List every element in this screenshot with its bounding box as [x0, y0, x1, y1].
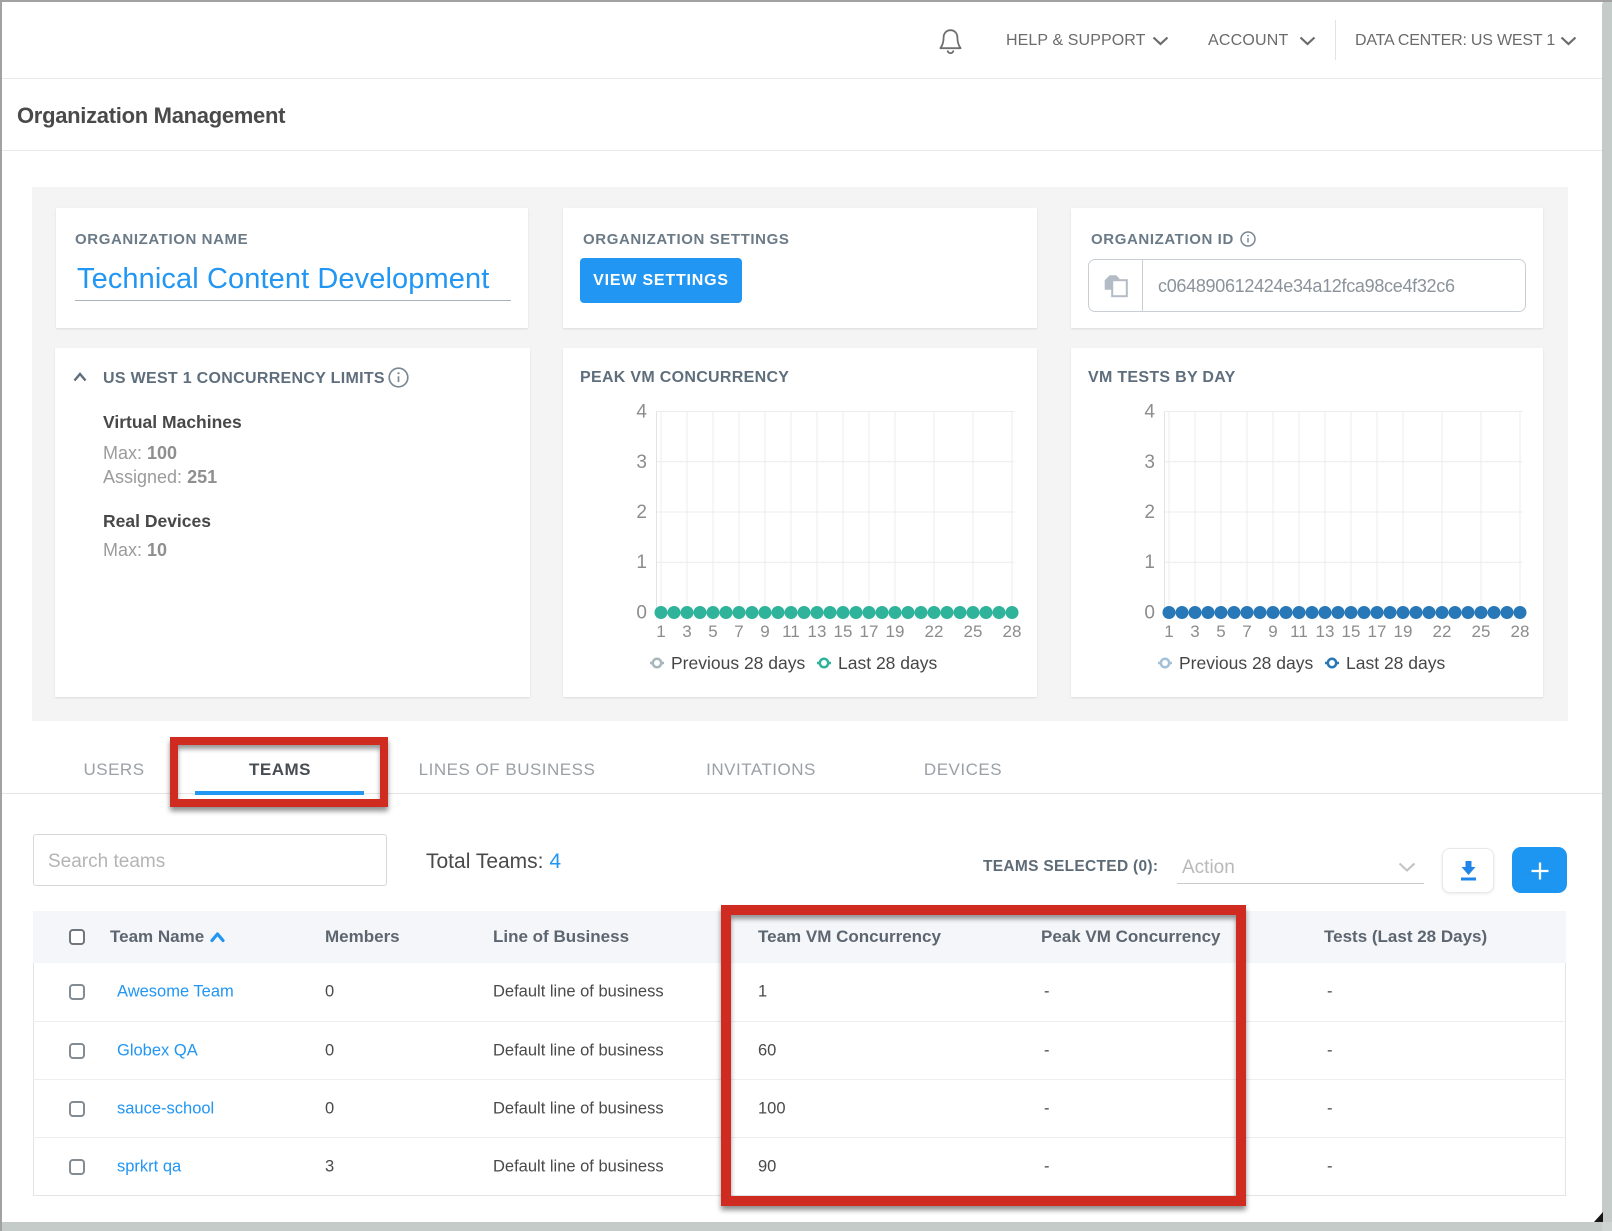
svg-text:9: 9 [1268, 622, 1277, 641]
svg-text:9: 9 [760, 622, 769, 641]
svg-text:13: 13 [808, 622, 827, 641]
svg-text:Previous 28 days: Previous 28 days [1179, 653, 1313, 673]
svg-text:0: 0 [636, 603, 647, 624]
svg-text:22: 22 [925, 622, 944, 641]
svg-text:22: 22 [1433, 622, 1452, 641]
svg-text:11: 11 [782, 622, 800, 641]
svg-text:Last 28 days: Last 28 days [838, 653, 937, 673]
svg-text:4: 4 [1144, 402, 1155, 423]
svg-text:1: 1 [1144, 552, 1155, 573]
svg-text:1: 1 [636, 552, 647, 573]
svg-text:5: 5 [708, 622, 717, 641]
svg-text:15: 15 [1342, 622, 1361, 641]
svg-text:19: 19 [886, 622, 905, 641]
svg-text:17: 17 [860, 622, 879, 641]
svg-text:2: 2 [1144, 502, 1155, 523]
svg-text:5: 5 [1216, 622, 1225, 641]
svg-text:7: 7 [734, 622, 743, 641]
svg-text:28: 28 [1511, 622, 1530, 641]
svg-text:3: 3 [1190, 622, 1199, 641]
svg-text:25: 25 [1472, 622, 1491, 641]
svg-text:PEAK VM CONCURRENCY: PEAK VM CONCURRENCY [580, 369, 789, 386]
svg-text:2: 2 [636, 502, 647, 523]
svg-text:13: 13 [1316, 622, 1335, 641]
svg-text:Last 28 days: Last 28 days [1346, 653, 1445, 673]
svg-text:3: 3 [636, 452, 647, 473]
svg-text:4: 4 [636, 402, 647, 423]
svg-text:3: 3 [682, 622, 691, 641]
svg-text:25: 25 [964, 622, 983, 641]
svg-text:19: 19 [1394, 622, 1413, 641]
svg-text:7: 7 [1242, 622, 1251, 641]
svg-text:Previous 28 days: Previous 28 days [671, 653, 805, 673]
svg-text:17: 17 [1368, 622, 1387, 641]
svg-text:1: 1 [656, 622, 665, 641]
svg-text:15: 15 [834, 622, 853, 641]
svg-text:11: 11 [1290, 622, 1308, 641]
svg-text:28: 28 [1003, 622, 1022, 641]
svg-text:1: 1 [1164, 622, 1173, 641]
svg-text:VM TESTS BY DAY: VM TESTS BY DAY [1088, 369, 1236, 386]
svg-text:3: 3 [1144, 452, 1155, 473]
svg-text:0: 0 [1144, 603, 1155, 624]
